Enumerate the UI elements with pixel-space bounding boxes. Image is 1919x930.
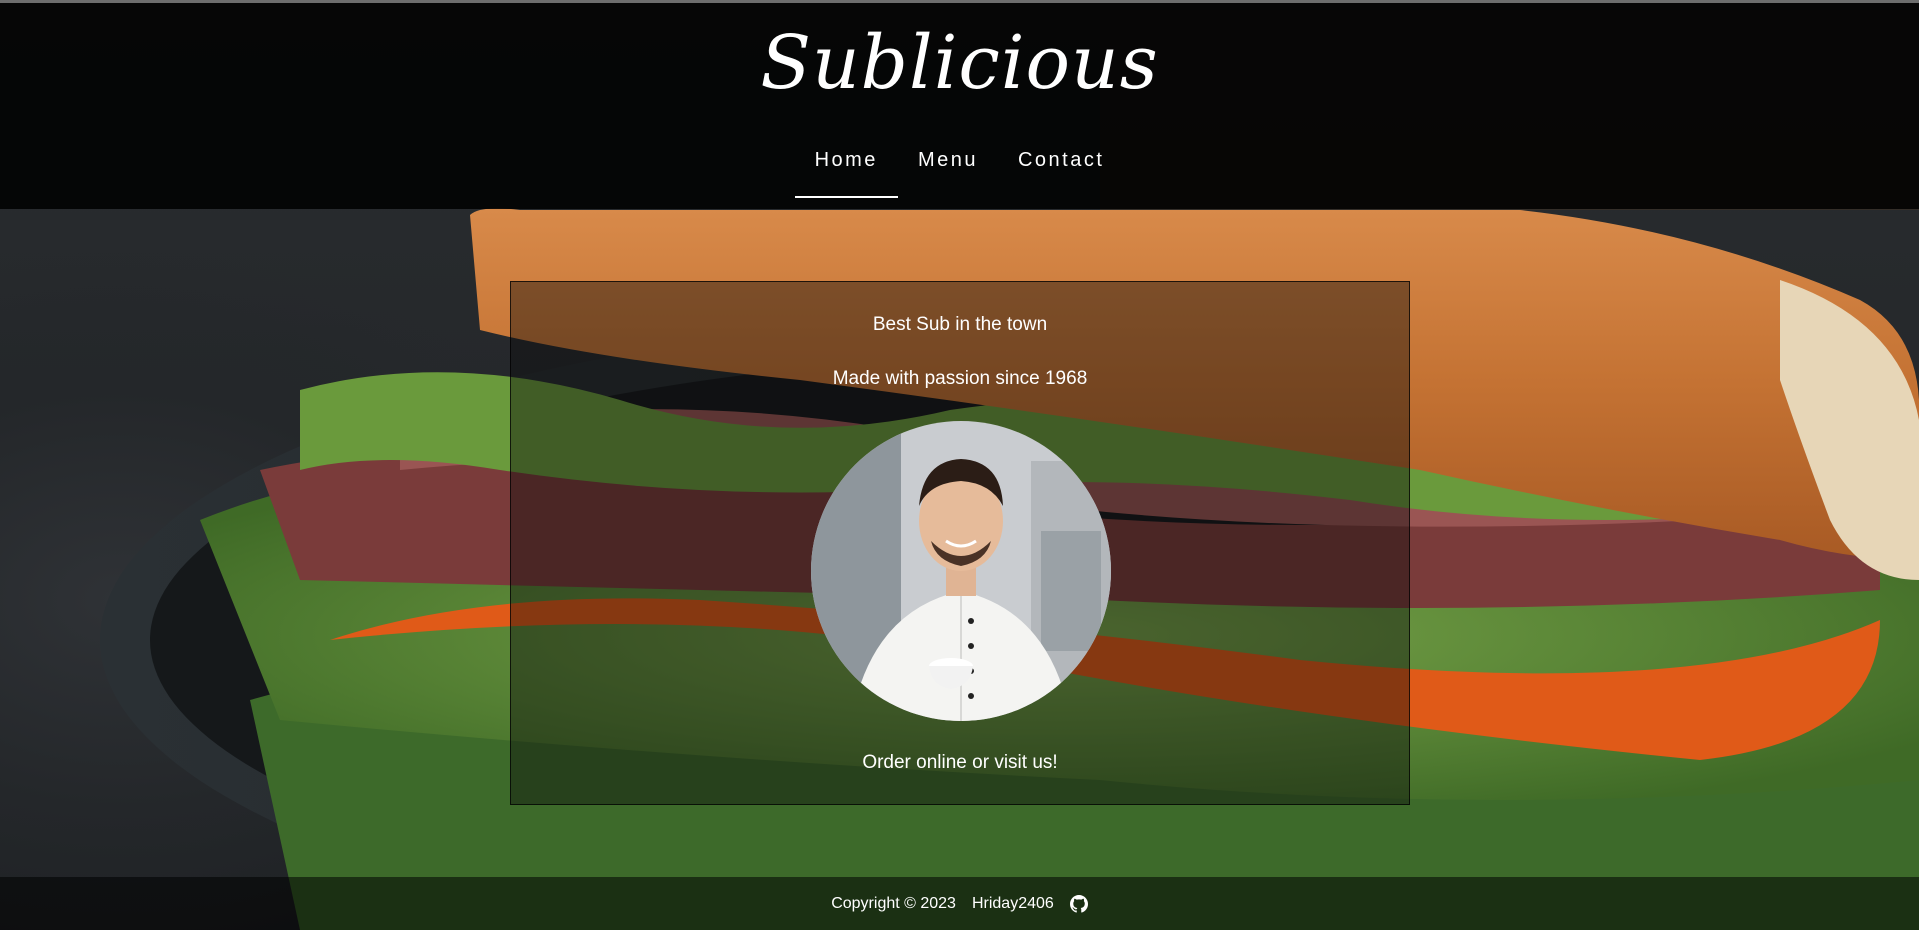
nav-item-contact[interactable]: Contact bbox=[998, 149, 1124, 198]
site-footer: Copyright © 2023 Hriday2406 bbox=[0, 877, 1919, 930]
github-icon[interactable] bbox=[1069, 894, 1088, 913]
hero-call-to-action: Order online or visit us! bbox=[862, 752, 1058, 773]
hero-tagline-primary: Best Sub in the town bbox=[872, 314, 1048, 335]
hero-card: Best Sub in the town Made with passion s… bbox=[510, 281, 1410, 805]
nav-item-menu[interactable]: Menu bbox=[898, 149, 998, 198]
chef-portrait-image bbox=[811, 421, 1111, 721]
main-nav: Home Menu Contact bbox=[0, 149, 1919, 198]
hero-tagline-secondary: Made with passion since 1968 bbox=[832, 368, 1088, 389]
nav-item-home[interactable]: Home bbox=[794, 149, 899, 198]
copyright-text: Copyright © 2023 bbox=[831, 894, 956, 912]
chef-illustration bbox=[811, 421, 1111, 721]
author-link[interactable]: Hriday2406 bbox=[972, 895, 1054, 913]
site-header: Sublicious Home Menu Contact bbox=[0, 3, 1919, 209]
site-logo[interactable]: Sublicious bbox=[0, 20, 1919, 106]
